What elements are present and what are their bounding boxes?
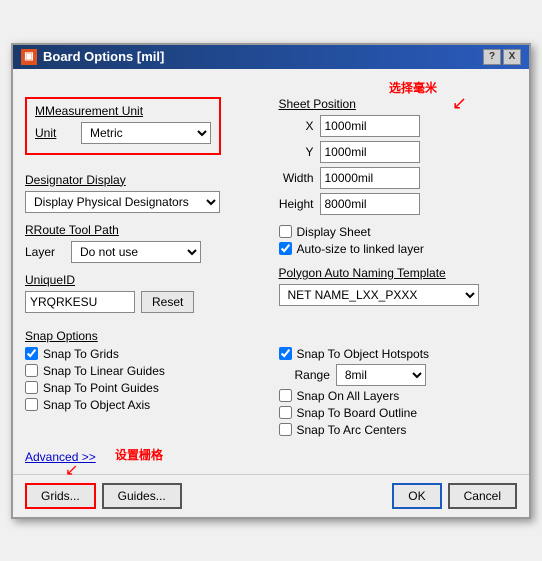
- unique-id-row: YRQRKESU Reset: [25, 291, 264, 313]
- measurement-unit-label: MMeasurement Unit: [35, 104, 211, 118]
- annotation-area: 选择毫米 ↙: [25, 79, 517, 97]
- snap-options-row: Snap To Grids Snap To Linear Guides Snap…: [25, 347, 517, 440]
- layer-select[interactable]: Do not use Layer 1: [71, 241, 201, 263]
- reset-button[interactable]: Reset: [141, 291, 194, 313]
- snap-to-grids-row: Snap To Grids: [25, 347, 264, 361]
- unique-id-input[interactable]: YRQRKESU: [25, 291, 135, 313]
- snap-left-col: Snap To Grids Snap To Linear Guides Snap…: [25, 347, 264, 440]
- snap-to-arc-centers-checkbox[interactable]: [279, 423, 292, 436]
- snap-to-board-outline-checkbox[interactable]: [279, 406, 292, 419]
- snap-to-arc-centers-row: Snap To Arc Centers: [279, 423, 518, 437]
- snap-to-hotspots-row: Snap To Object Hotspots: [279, 347, 518, 361]
- route-tool-path-label: RRoute Tool Path: [25, 223, 264, 237]
- annotation-select-mil: 选择毫米: [389, 79, 437, 96]
- unique-id-label: UniqueID: [25, 273, 264, 287]
- height-field-row: Height 8000mil: [279, 193, 518, 215]
- x-label: X: [279, 119, 314, 133]
- right-column: Sheet Position X 1000mil Y 1000mil Width…: [274, 97, 518, 323]
- display-sheet-row: Display Sheet: [279, 225, 518, 239]
- display-options-section: Display Sheet Auto-size to linked layer: [279, 225, 518, 256]
- advanced-area: Advanced >> 设置栅格 ↙: [25, 446, 517, 464]
- polygon-naming-select[interactable]: NET NAME_LXX_PXXX: [279, 284, 479, 306]
- arrow-down2-icon: ↙: [65, 460, 78, 480]
- auto-size-label: Auto-size to linked layer: [297, 242, 424, 256]
- layer-label: Layer: [25, 245, 65, 259]
- designator-display-select[interactable]: Display Physical Designators Display Log…: [25, 191, 220, 213]
- sheet-position-section: Sheet Position X 1000mil Y 1000mil Width…: [279, 97, 518, 215]
- snap-on-all-layers-row: Snap On All Layers: [279, 389, 518, 403]
- auto-size-checkbox[interactable]: [279, 242, 292, 255]
- y-field-row: Y 1000mil: [279, 141, 518, 163]
- left-column: MMeasurement Unit Unit Metric Imperial: [25, 97, 264, 323]
- board-options-dialog: ▣ Board Options [mil] ? X 选择毫米 ↙ MMeasur…: [11, 43, 531, 519]
- sheet-position-label: Sheet Position: [279, 97, 518, 111]
- height-label: Height: [279, 197, 314, 211]
- ok-button[interactable]: OK: [392, 483, 441, 509]
- app-icon: ▣: [21, 49, 37, 65]
- width-field-row: Width 10000mil: [279, 167, 518, 189]
- snap-to-linear-guides-label: Snap To Linear Guides: [43, 364, 165, 378]
- height-input[interactable]: 8000mil: [320, 193, 420, 215]
- width-label: Width: [279, 171, 314, 185]
- title-bar-left: ▣ Board Options [mil]: [21, 49, 164, 65]
- snap-on-all-layers-label: Snap On All Layers: [297, 389, 400, 403]
- route-tool-path-section: RRoute Tool Path Layer Do not use Layer …: [25, 223, 264, 263]
- snap-to-linear-guides-row: Snap To Linear Guides: [25, 364, 264, 378]
- x-field-row: X 1000mil: [279, 115, 518, 137]
- main-row: MMeasurement Unit Unit Metric Imperial: [25, 97, 517, 323]
- unique-id-section: UniqueID YRQRKESU Reset: [25, 273, 264, 313]
- snap-to-point-guides-checkbox[interactable]: [25, 381, 38, 394]
- snap-to-object-axis-row: Snap To Object Axis: [25, 398, 264, 412]
- measurement-unit-box: MMeasurement Unit Unit Metric Imperial: [25, 97, 221, 155]
- designator-display-section: Designator Display Display Physical Desi…: [25, 173, 264, 213]
- snap-to-grids-checkbox[interactable]: [25, 347, 38, 360]
- polygon-naming-label: Polygon Auto Naming Template: [279, 266, 518, 280]
- snap-to-object-axis-checkbox[interactable]: [25, 398, 38, 411]
- snap-to-hotspots-checkbox[interactable]: [279, 347, 292, 360]
- designator-display-label: Designator Display: [25, 173, 264, 187]
- unit-field-row: Unit Metric Imperial: [35, 122, 211, 144]
- guides-button[interactable]: Guides...: [102, 483, 182, 509]
- title-bar: ▣ Board Options [mil] ? X: [13, 45, 529, 69]
- snap-options-section: Snap Options Snap To Grids Snap To Linea…: [25, 329, 517, 440]
- snap-on-all-layers-checkbox[interactable]: [279, 389, 292, 402]
- y-label: Y: [279, 145, 314, 159]
- x-input[interactable]: 1000mil: [320, 115, 420, 137]
- polygon-naming-section: Polygon Auto Naming Template NET NAME_LX…: [279, 266, 518, 306]
- cancel-button[interactable]: Cancel: [448, 483, 517, 509]
- annotation-set-grid: 设置栅格: [115, 446, 163, 463]
- range-row: Range 8mil 4mil 16mil: [295, 364, 518, 386]
- snap-to-board-outline-label: Snap To Board Outline: [297, 406, 418, 420]
- layer-field-row: Layer Do not use Layer 1: [25, 241, 264, 263]
- snap-to-linear-guides-checkbox[interactable]: [25, 364, 38, 377]
- y-input[interactable]: 1000mil: [320, 141, 420, 163]
- unit-select[interactable]: Metric Imperial: [81, 122, 211, 144]
- snap-to-point-guides-label: Snap To Point Guides: [43, 381, 159, 395]
- measurement-unit-section: MMeasurement Unit Unit Metric Imperial: [25, 97, 264, 163]
- snap-options-label: Snap Options: [25, 329, 517, 343]
- dialog-content: 选择毫米 ↙ MMeasurement Unit Unit: [13, 69, 529, 474]
- bottom-buttons-bar: Grids... Guides... OK Cancel: [13, 474, 529, 517]
- snap-to-board-outline-row: Snap To Board Outline: [279, 406, 518, 420]
- auto-size-row: Auto-size to linked layer: [279, 242, 518, 256]
- display-sheet-checkbox[interactable]: [279, 225, 292, 238]
- grids-button[interactable]: Grids...: [25, 483, 96, 509]
- snap-to-grids-label: Snap To Grids: [43, 347, 119, 361]
- snap-to-point-guides-row: Snap To Point Guides: [25, 381, 264, 395]
- unit-label: Unit: [35, 126, 75, 140]
- dialog-title: Board Options [mil]: [43, 49, 164, 64]
- range-label: Range: [295, 368, 330, 382]
- snap-right-col: Snap To Object Hotspots Range 8mil 4mil …: [274, 347, 518, 440]
- help-button[interactable]: ?: [483, 49, 501, 65]
- range-select[interactable]: 8mil 4mil 16mil: [336, 364, 426, 386]
- title-controls: ? X: [483, 49, 521, 65]
- display-sheet-label: Display Sheet: [297, 225, 371, 239]
- width-input[interactable]: 10000mil: [320, 167, 420, 189]
- snap-to-object-axis-label: Snap To Object Axis: [43, 398, 150, 412]
- snap-to-hotspots-label: Snap To Object Hotspots: [297, 347, 430, 361]
- arrow-down-icon: ↙: [452, 93, 467, 114]
- advanced-link[interactable]: Advanced >>: [25, 450, 96, 464]
- snap-to-arc-centers-label: Snap To Arc Centers: [297, 423, 407, 437]
- close-button[interactable]: X: [503, 49, 521, 65]
